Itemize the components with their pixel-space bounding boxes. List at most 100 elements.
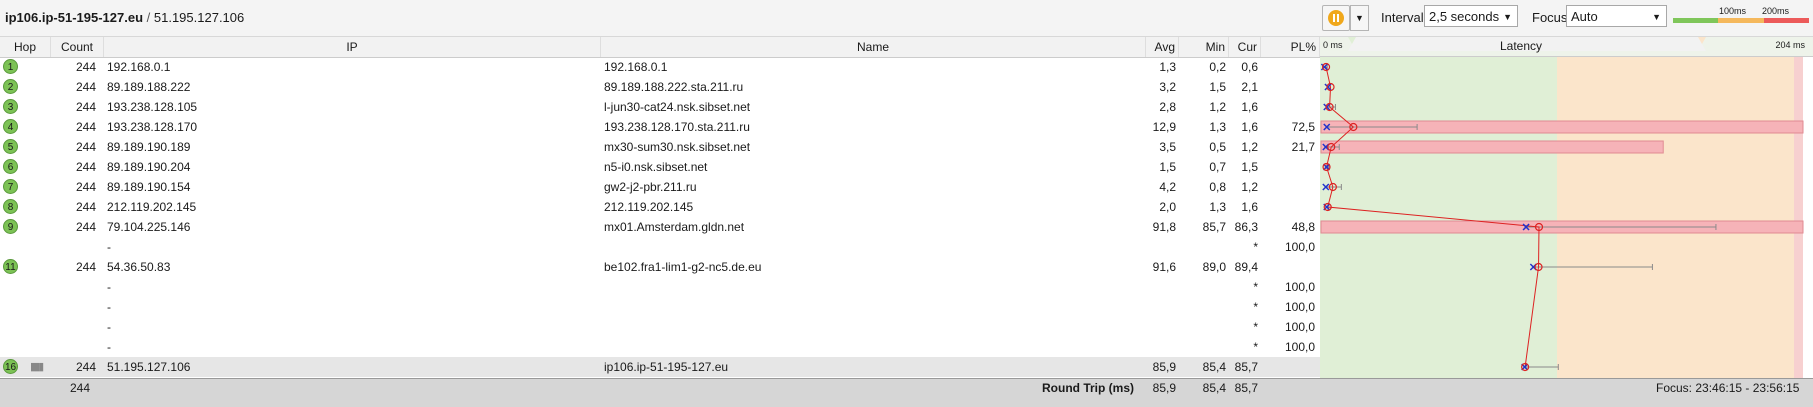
row-cur: 1,6: [1241, 200, 1258, 214]
interval-value: 2,5 seconds: [1429, 9, 1500, 24]
row-min: 0,5: [1209, 140, 1226, 154]
pause-icon: [1328, 10, 1344, 26]
table-row[interactable]: 1 244 192.168.0.1 192.168.0.1 1,3 0,2 0,6: [0, 57, 1320, 77]
col-name[interactable]: Name: [601, 37, 1146, 57]
table-row[interactable]: - * 100,0: [0, 337, 1320, 357]
table-row[interactable]: 6 244 89.189.190.204 n5-i0.nsk.sibset.net 1,…: [0, 157, 1320, 177]
row-cur: 85,7: [1234, 360, 1258, 374]
row-count: 244: [75, 60, 96, 74]
table-row[interactable]: 3 244 193.238.128.105 l-jun30-cat24.nsk.sib…: [0, 97, 1320, 117]
footer-focus: Focus: 23:46:15 - 23:56:15: [1656, 381, 1800, 395]
row-ip: 79.104.225.146: [107, 220, 191, 234]
row-cur: *: [1253, 320, 1258, 334]
interval-select[interactable]: 2,5 seconds ▼: [1424, 5, 1518, 27]
row-name: mx01.Amsterdam.gldn.net: [604, 220, 745, 234]
row-avg: 1,3: [1159, 60, 1176, 74]
legend-green: [1673, 18, 1719, 23]
pause-button[interactable]: [1322, 5, 1350, 31]
legend-100ms: 100ms: [1719, 6, 1747, 16]
col-avg[interactable]: Avg: [1146, 37, 1179, 57]
row-cur: *: [1253, 300, 1258, 314]
col-hop[interactable]: Hop: [0, 37, 51, 57]
pause-options-dropdown[interactable]: ▼: [1350, 5, 1369, 31]
table-row[interactable]: 4 244 193.238.128.170 193.238.128.170.sta.2…: [0, 117, 1320, 137]
row-count: 244: [75, 100, 96, 114]
latency-legend: [1673, 18, 1809, 23]
hop-number-badge: 4: [3, 119, 18, 134]
table-row[interactable]: 16 ▮▮▮ 244 51.195.127.106 ip106.ip-51-195-12…: [0, 357, 1320, 377]
row-ip: 89.189.190.189: [107, 140, 191, 154]
bar-chart-icon[interactable]: ▮▮▮: [30, 357, 44, 377]
latency-header-shape: [1320, 37, 1813, 57]
col-pl[interactable]: PL%: [1261, 37, 1320, 57]
row-count: 244: [75, 140, 96, 154]
title-separator: /: [143, 10, 154, 25]
row-min: 1,2: [1209, 100, 1226, 114]
row-ip: -: [107, 300, 111, 314]
row-avg: 91,8: [1152, 220, 1176, 234]
row-name: 212.119.202.145: [604, 200, 694, 214]
col-cur[interactable]: Cur: [1229, 37, 1261, 57]
table-row[interactable]: - * 100,0: [0, 237, 1320, 257]
row-min: 89,0: [1202, 260, 1226, 274]
table-row[interactable]: 7 244 89.189.190.154 gw2-j2-pbr.211.ru 4,2 0,…: [0, 177, 1320, 197]
row-ip: 192.168.0.1: [107, 60, 171, 74]
hop-number-badge: 6: [3, 159, 18, 174]
table-row[interactable]: 9 244 79.104.225.146 mx01.Amsterdam.gldn.ne…: [0, 217, 1320, 237]
row-ip: -: [107, 280, 111, 294]
footer-avg: 85,9: [1152, 381, 1176, 395]
row-avg: 91,6: [1152, 260, 1176, 274]
legend-orange: [1718, 18, 1764, 23]
window-title: ip106.ip-51-195-127.eu / 51.195.127.106: [5, 10, 244, 25]
hop-number-badge: 3: [3, 99, 18, 114]
row-cur: *: [1253, 240, 1258, 254]
row-avg: 85,9: [1152, 360, 1176, 374]
col-count[interactable]: Count: [51, 37, 104, 57]
row-count: 244: [75, 220, 96, 234]
hop-number-badge: 16: [3, 359, 18, 374]
row-min: 0,8: [1209, 180, 1226, 194]
table-row[interactable]: 5 244 89.189.190.189 mx30-sum30.nsk.sibset.…: [0, 137, 1320, 157]
table-row[interactable]: 11 244 54.36.50.83 be102.fra1-lim1-g2-nc5.d…: [0, 257, 1320, 277]
row-cur: 1,2: [1241, 140, 1258, 154]
row-cur: *: [1253, 280, 1258, 294]
hop-number-badge: 5: [3, 139, 18, 154]
hop-number-badge: 1: [3, 59, 18, 74]
summary-footer: 244 Round Trip (ms) 85,9 85,4 85,7 Focus…: [0, 378, 1813, 407]
table-row[interactable]: 2 244 89.189.188.222 89.189.188.222.sta.211…: [0, 77, 1320, 97]
table-row[interactable]: 8 244 212.119.202.145 212.119.202.145 2,0 1,3…: [0, 197, 1320, 217]
row-count: 244: [75, 180, 96, 194]
latency-graph: [1320, 37, 1813, 378]
row-ip: 193.238.128.170: [107, 120, 198, 134]
table-row[interactable]: - * 100,0: [0, 277, 1320, 297]
footer-count: 244: [70, 381, 91, 395]
row-name: 193.238.128.170.sta.211.ru: [604, 120, 750, 134]
row-cur: 1,6: [1241, 100, 1258, 114]
row-min: 85,4: [1202, 360, 1226, 374]
col-min[interactable]: Min: [1179, 37, 1229, 57]
chevron-down-icon: ▼: [1503, 12, 1512, 22]
legend-red: [1763, 18, 1809, 23]
row-min: 0,2: [1209, 60, 1226, 74]
row-pl: 100,0: [1284, 240, 1315, 254]
row-count: 244: [75, 260, 96, 274]
row-name: 89.189.188.222.sta.211.ru: [604, 80, 744, 94]
latency-svg: [1320, 62, 1804, 372]
target-ip: 51.195.127.106: [153, 10, 245, 25]
hop-number-badge: 9: [3, 219, 18, 234]
row-cur: 1,5: [1241, 160, 1258, 174]
row-name: n5-i0.nsk.sibset.net: [604, 160, 708, 174]
focus-value: Auto: [1571, 9, 1598, 24]
row-cur: *: [1253, 340, 1258, 354]
table-row[interactable]: - * 100,0: [0, 317, 1320, 337]
focus-select[interactable]: Auto ▼: [1566, 5, 1667, 27]
row-pl: 21,7: [1291, 140, 1315, 154]
hop-number-badge: 7: [3, 179, 18, 194]
row-pl: 48,8: [1291, 220, 1315, 234]
latency-title: Latency: [1500, 39, 1543, 53]
table-row[interactable]: - * 100,0: [0, 297, 1320, 317]
avg-latency-line: [1325, 66, 1540, 368]
row-avg: 1,5: [1159, 160, 1176, 174]
col-ip[interactable]: IP: [104, 37, 601, 57]
row-min: 85,7: [1202, 220, 1226, 234]
